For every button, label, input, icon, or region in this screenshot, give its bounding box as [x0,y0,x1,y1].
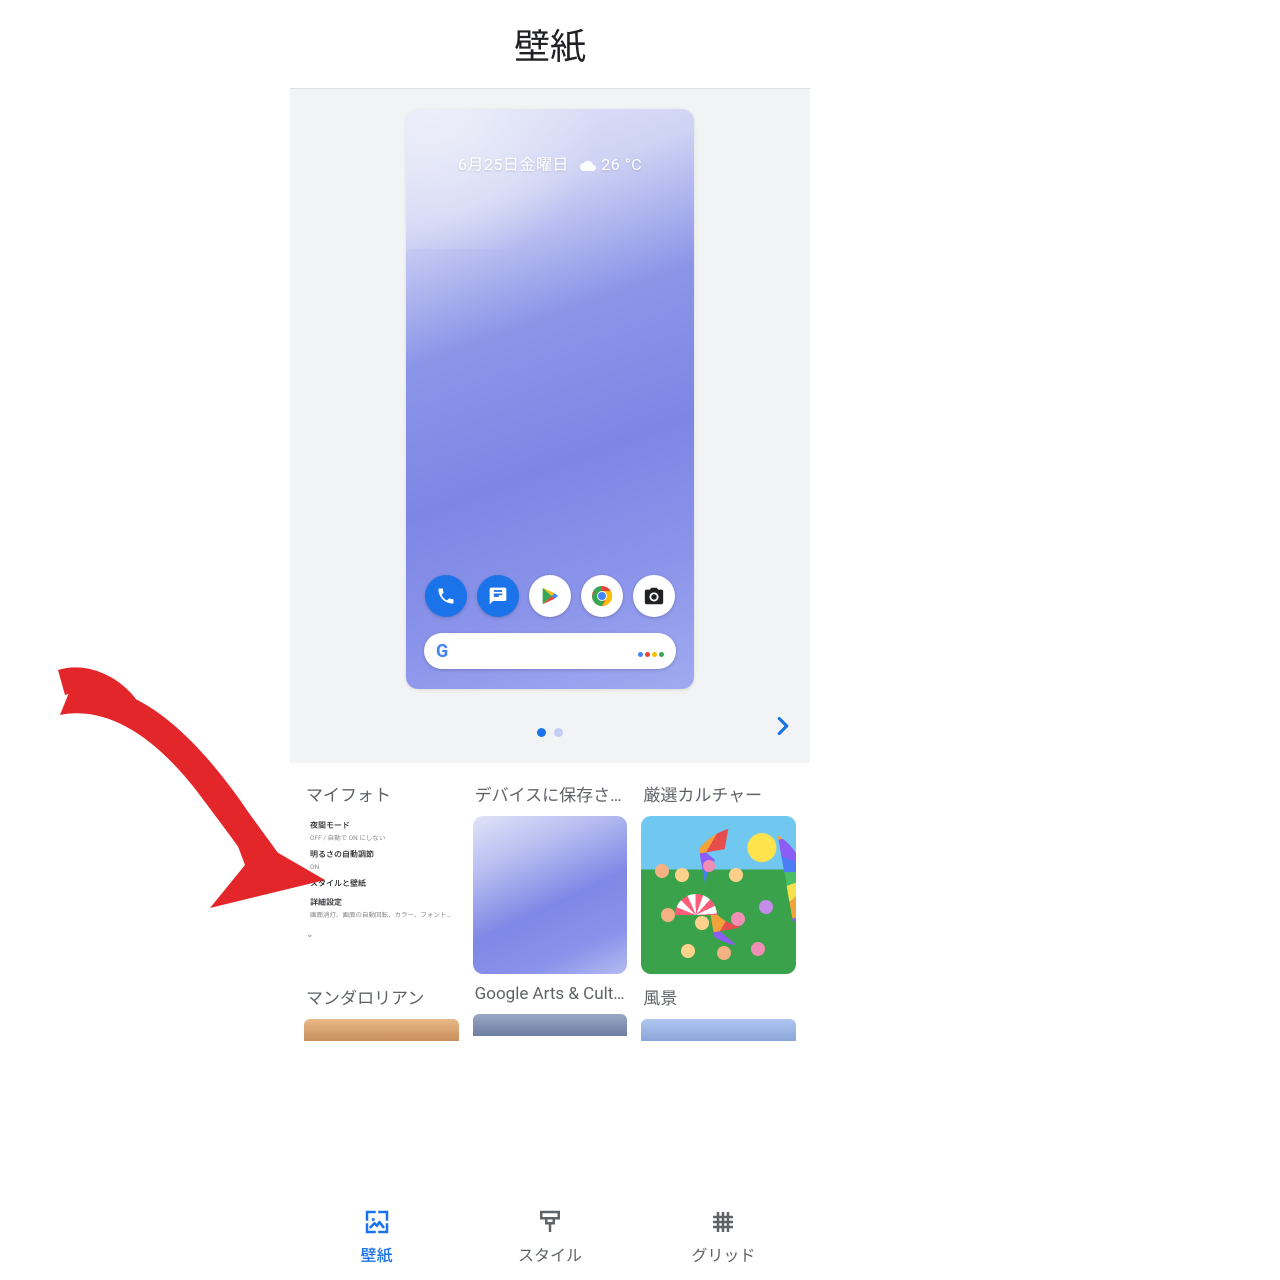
wallpaper-icon [362,1208,392,1236]
next-preview-button[interactable] [768,711,798,745]
category-title: Google Arts & Cult... [473,982,628,1014]
pager-dot-2[interactable] [554,728,563,737]
pager-dots[interactable] [537,728,563,737]
nav-label: 壁紙 [361,1242,393,1266]
nav-label: スタイル [518,1242,582,1266]
category-thumbnail [304,1019,459,1041]
weather-date: 6月25日金曜日 [458,155,569,174]
category-title: マイフォト [304,779,459,816]
page-title: 壁紙 [290,0,810,88]
category-google-arts[interactable]: Google Arts & Cult... [473,982,628,1041]
wallpaper-preview-area: 6月25日金曜日 26 °C [290,88,810,763]
google-search-bar: G [424,633,676,669]
category-my-photos[interactable]: マイフォト 夜間モードOFF / 自動で ON にしない 明るさの自動調節ON … [304,779,459,974]
category-title: マンダロリアン [304,982,459,1019]
category-thumbnail [641,816,796,974]
category-thumbnail [473,816,628,974]
preview-pager [290,717,810,747]
category-title: 厳選カルチャー [641,779,796,816]
assistant-icon [636,642,664,661]
nav-label: グリッド [691,1242,755,1266]
app-dock [406,575,694,617]
play-store-app-icon [529,575,571,617]
category-mandalorian[interactable]: マンダロリアン [304,982,459,1041]
weather-widget: 6月25日金曜日 26 °C [406,151,694,176]
weather-temp: 26 °C [601,155,642,174]
style-icon [535,1208,565,1236]
pager-dot-1[interactable] [537,728,546,737]
wallpaper-picker-screen: 壁紙 6月25日金曜日 26 °C [290,0,810,1280]
category-thumbnail [641,1019,796,1041]
category-thumbnail: 夜間モードOFF / 自動で ON にしない 明るさの自動調節ON スタイルと壁… [304,816,459,974]
chrome-app-icon [581,575,623,617]
bottom-nav: 壁紙 スタイル グリッド [290,1192,810,1280]
phone-app-icon [425,575,467,617]
category-curated-culture[interactable]: 厳選カルチャー [641,779,796,974]
nav-wallpaper[interactable]: 壁紙 [290,1193,463,1280]
category-thumbnail [473,1014,628,1036]
google-logo-icon: G [436,641,448,662]
category-landscape[interactable]: 風景 [641,982,796,1041]
weather-cloud-icon [579,157,597,176]
grid-icon [708,1208,738,1236]
camera-app-icon [633,575,675,617]
wallpaper-categories: マイフォト 夜間モードOFF / 自動で ON にしない 明るさの自動調節ON … [290,763,810,1049]
nav-style[interactable]: スタイル [463,1193,636,1280]
category-title: デバイスに保存され... [473,779,628,816]
category-on-device[interactable]: デバイスに保存され... [473,779,628,974]
category-title: 風景 [641,982,796,1019]
home-screen-preview[interactable]: 6月25日金曜日 26 °C [406,109,694,689]
chevron-down-icon: ⌄ [306,928,314,942]
nav-grid[interactable]: グリッド [637,1193,810,1280]
messages-app-icon [477,575,519,617]
